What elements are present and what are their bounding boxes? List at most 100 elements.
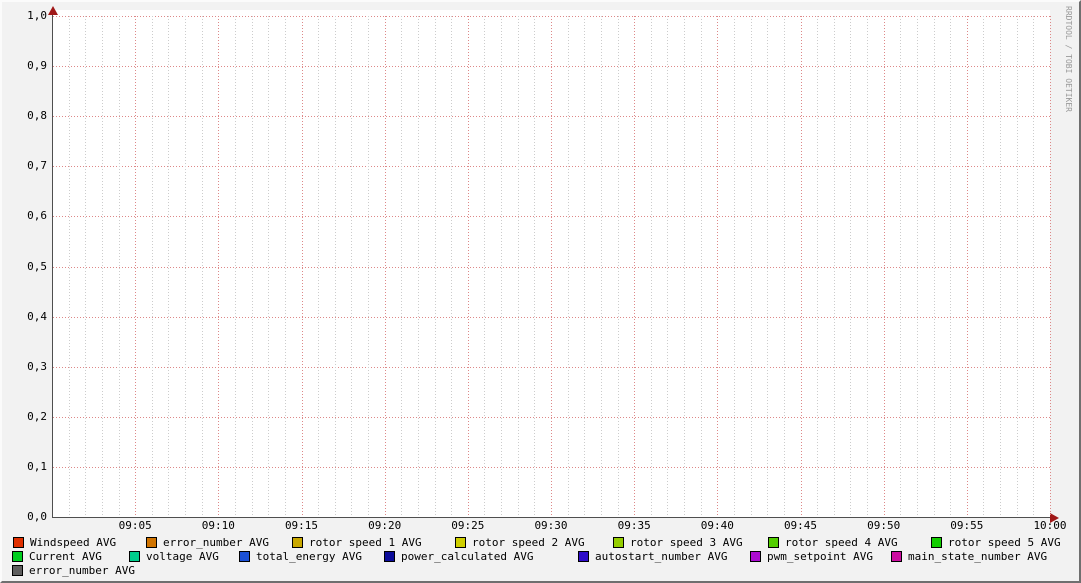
- v-gridline-minor: [733, 16, 735, 517]
- v-gridline-minor: [168, 16, 170, 517]
- v-gridline-minor: [101, 16, 103, 517]
- y-tick-label: 0,6: [27, 209, 47, 223]
- v-gridline-minor: [684, 16, 686, 517]
- v-gridline-minor: [517, 16, 519, 517]
- legend-item: error_number AVG: [146, 536, 269, 549]
- v-gridline-minor: [434, 16, 436, 517]
- legend-item: autostart_number AVG: [578, 550, 727, 563]
- legend-item: rotor speed 4 AVG: [768, 536, 898, 549]
- y-tick-label: 0,2: [27, 409, 47, 423]
- legend-row-1: Windspeed AVG error_number AVG rotor speed…: [2, 536, 1079, 549]
- v-gridline-major: [301, 16, 303, 517]
- legend-color-swatch: [384, 551, 395, 562]
- v-gridline-minor: [251, 16, 253, 517]
- v-gridline-minor: [750, 16, 752, 517]
- v-gridline-minor: [501, 16, 503, 517]
- legend-item-label: power_calculated AVG: [401, 550, 534, 563]
- v-gridline-minor: [234, 16, 236, 517]
- v-gridline-major: [218, 16, 220, 517]
- y-tick-label: 0,3: [27, 359, 47, 373]
- x-tick-label: 09:40: [700, 519, 734, 532]
- legend-item: Current AVG: [12, 550, 102, 563]
- v-gridline-major: [883, 16, 885, 517]
- v-gridline-minor: [1000, 16, 1002, 517]
- v-gridline-major: [966, 16, 968, 517]
- v-gridline-minor: [451, 16, 453, 517]
- y-axis-arrow-icon: [48, 6, 58, 15]
- v-gridline-minor: [118, 16, 120, 517]
- v-gridline-minor: [600, 16, 602, 517]
- legend-item-label: autostart_number AVG: [595, 550, 728, 563]
- y-tick-label: 0,7: [27, 159, 47, 173]
- x-tick-label: 09:25: [451, 519, 485, 532]
- legend-color-swatch: [768, 537, 779, 548]
- v-gridline-minor: [151, 16, 153, 517]
- legend-item-label: error_number AVG: [163, 536, 269, 549]
- legend-color-swatch: [13, 537, 24, 548]
- legend-item-label: error_number AVG: [29, 564, 135, 577]
- legend-row-2: Current AVG voltage AVG total_energy AVG po…: [2, 550, 1079, 563]
- legend-item-label: Current AVG: [29, 550, 102, 563]
- legend-item: error_number AVG: [12, 564, 135, 577]
- legend-item: total_energy AVG: [239, 550, 362, 563]
- v-gridline-minor: [584, 16, 586, 517]
- legend-color-swatch: [146, 537, 157, 548]
- v-gridline-minor: [318, 16, 320, 517]
- v-gridline-minor: [983, 16, 985, 517]
- legend-item: rotor speed 2 AVG: [455, 536, 585, 549]
- legend-color-swatch: [613, 537, 624, 548]
- legend-item-label: main_state_number AVG: [908, 550, 1048, 563]
- v-gridline-minor: [767, 16, 769, 517]
- legend-color-swatch: [931, 537, 942, 548]
- v-gridline-minor: [334, 16, 336, 517]
- y-tick-label: 0,4: [27, 309, 47, 323]
- x-tick-label: 09:35: [617, 519, 651, 532]
- legend-item-label: voltage AVG: [146, 550, 219, 563]
- x-tick-label: 09:15: [284, 519, 319, 532]
- y-tick-label: 1,0: [27, 9, 47, 22]
- v-gridline-minor: [68, 16, 70, 517]
- v-gridline-minor: [368, 16, 370, 517]
- legend-item: Windspeed AVG: [13, 536, 116, 549]
- v-gridline-minor: [817, 16, 819, 517]
- v-gridline-major: [634, 16, 636, 517]
- x-tick-label: 09:05: [118, 519, 152, 532]
- legend-item: pwm_setpoint AVG: [750, 550, 873, 563]
- x-tick-label: 09:45: [783, 519, 818, 532]
- legend-color-swatch: [750, 551, 761, 562]
- v-gridline-minor: [1016, 16, 1018, 517]
- v-gridline-major: [800, 16, 802, 517]
- v-gridline-minor: [833, 16, 835, 517]
- v-gridline-major: [1050, 16, 1051, 517]
- x-tick-label: 09:30: [534, 519, 568, 532]
- x-axis-line: [52, 517, 1052, 518]
- legend-color-swatch: [578, 551, 589, 562]
- legend-color-swatch: [292, 537, 303, 548]
- v-gridline-major: [717, 16, 719, 517]
- y-tick-label: 0,9: [27, 59, 47, 73]
- x-tick-label: 09:20: [368, 519, 402, 532]
- x-tick-label: 10:00: [1033, 519, 1067, 532]
- v-gridline-minor: [351, 16, 353, 517]
- v-gridline-minor: [916, 16, 918, 517]
- legend-item: voltage AVG: [129, 550, 219, 563]
- v-gridline-minor: [567, 16, 569, 517]
- y-tick-label: 0,8: [27, 109, 47, 123]
- legend-color-swatch: [239, 551, 250, 562]
- v-gridline-minor: [700, 16, 702, 517]
- v-gridline-minor: [650, 16, 652, 517]
- y-tick-label: 0,5: [27, 259, 47, 273]
- v-gridline-major: [135, 16, 137, 517]
- x-tick-label: 09:50: [867, 519, 901, 532]
- legend-item: rotor speed 1 AVG: [292, 536, 422, 549]
- legend-item-label: rotor speed 2 AVG: [472, 536, 585, 549]
- v-gridline-major: [384, 16, 386, 517]
- legend-item-label: pwm_setpoint AVG: [767, 550, 873, 563]
- v-gridline-minor: [417, 16, 419, 517]
- v-gridline-major: [467, 16, 469, 517]
- legend-color-swatch: [12, 551, 23, 562]
- watermark-text: RRDTOOL / TOBI OETIKER: [1064, 6, 1073, 112]
- legend-item: rotor speed 3 AVG: [613, 536, 743, 549]
- v-gridline-minor: [950, 16, 952, 517]
- rrdtool-graph: RRDTOOL / TOBI OETIKER Windspeed AVG erro…: [0, 0, 1081, 583]
